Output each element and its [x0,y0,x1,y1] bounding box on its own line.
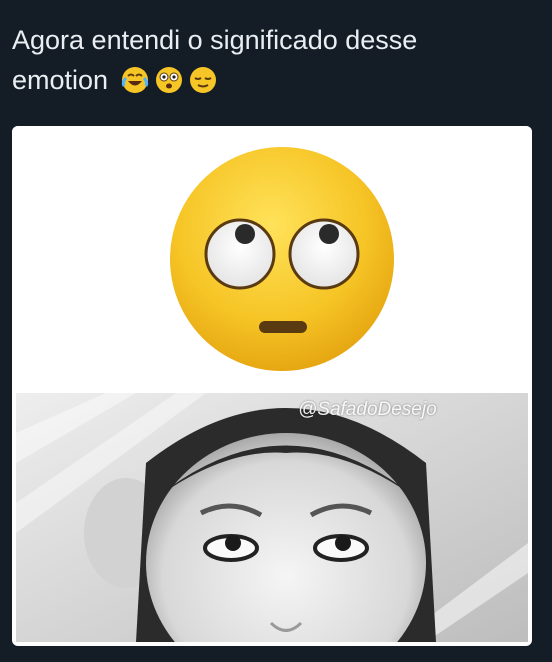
rolling-eyes-emoji-icon [170,147,394,371]
watermark: @SafadoDesejo [298,399,437,420]
tweet-text: Agora entendi o significado desse emotio… [12,20,532,100]
tweet-line-1: Agora entendi o significado desse [12,25,418,55]
face-with-tears-of-joy-icon [121,67,148,93]
photo-panel: @SafadoDesejo [16,393,528,642]
tweet-media[interactable]: @SafadoDesejo [12,126,532,646]
relieved-face-icon [189,67,216,93]
woman-face-photo [16,393,528,642]
tweet-line-2-text: emotion [12,65,109,95]
dizzy-face-icon [155,67,182,93]
tweet-line-2: emotion [12,60,532,100]
rolling-eyes-emoji-panel [12,126,532,392]
